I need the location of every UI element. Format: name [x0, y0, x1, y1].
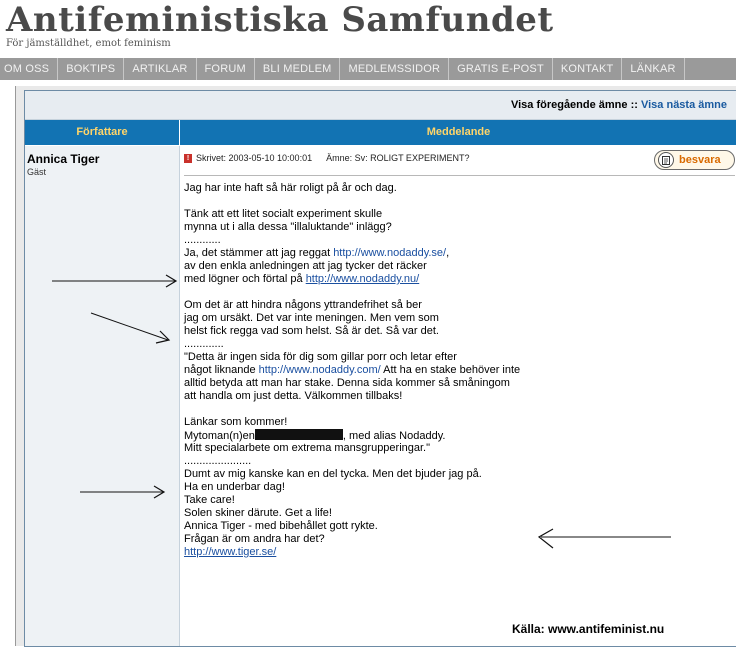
annotation-arrow-3-icon [80, 485, 166, 499]
author-name: Annica Tiger [27, 152, 100, 166]
body-text: Ja, det stämmer att jag reggat [184, 247, 334, 259]
body-line: mynna ut i alla dessa "illaluktande" inl… [184, 221, 392, 233]
body-line: Om det är att hindra någons yttrandefrih… [184, 299, 422, 311]
body-line: Jag har inte haft så här roligt på år oc… [184, 182, 397, 194]
nodaddy-com-link[interactable]: http://www.nodaddy.com/ [259, 364, 381, 376]
post-table-header: Författare Meddelande [25, 120, 736, 145]
forum-topic-panel: Visa föregående ämne :: Visa nästa ämne … [24, 90, 736, 647]
body-text: med lögner och förtal på [184, 273, 306, 285]
author-column-header: Författare [25, 120, 180, 145]
nav-item-om-oss[interactable]: OM OSS [0, 58, 59, 80]
nav-item-kontakt[interactable]: KONTAKT [553, 58, 623, 80]
author-rank: Gäst [27, 167, 47, 177]
body-text: , med alias Nodaddy. [342, 430, 446, 442]
body-line: Mitt specialarbete om extrema mansgruppe… [184, 442, 431, 454]
body-line: Ha en underbar dag! [184, 481, 285, 493]
body-line: att handla om just detta. Välkommen till… [184, 390, 403, 402]
nodaddy-se-link[interactable]: http://www.nodaddy.se/ [333, 247, 446, 259]
topic-nav-separator: :: [630, 99, 638, 111]
body-line: alltid betyda att man har stake. Denna s… [184, 377, 510, 389]
annotation-arrow-4-icon [537, 528, 671, 549]
nav-item-boktips[interactable]: BOKTIPS [58, 58, 125, 80]
tiger-se-link[interactable]: http://www.tiger.se/ [184, 546, 276, 558]
post-divider [184, 175, 735, 176]
body-line: Take care! [184, 494, 235, 506]
site-tagline: För jämställdhet, emot feminism [6, 38, 171, 49]
body-line: Ja, det stämmer att jag reggat http://ww… [184, 247, 734, 260]
body-line: av den enkla anledningen att jag tycker … [184, 260, 427, 272]
site-header: Antifeministiska Samfundet För jämställd… [0, 0, 736, 58]
quote-button-label: besvara [679, 154, 721, 166]
post-message-cell: ! Skrivet: 2003-05-10 10:00:01 Ämne: Sv:… [180, 146, 736, 646]
nav-item-medlemssidor[interactable]: MEDLEMSSIDOR [340, 58, 450, 80]
source-credit: Källa: www.antifeminist.nu [512, 622, 665, 636]
body-text: , [446, 247, 450, 259]
post-date: Skrivet: 2003-05-10 10:00:01 [196, 153, 313, 163]
post-icon[interactable]: ! [184, 153, 192, 163]
nav-item-gratis-e-post[interactable]: GRATIS E-POST [449, 58, 553, 80]
topic-navigation: Visa föregående ämne :: Visa nästa ämne [25, 91, 736, 120]
post-subject: Ämne: Sv: ROLIGT EXPERIMENT? [326, 153, 470, 163]
body-line: Mytoman(n)en , med alias Nodaddy. [184, 429, 734, 442]
body-line: ...................... [184, 455, 252, 467]
body-text: Mytoman(n)en [184, 430, 255, 442]
message-column-header: Meddelande [426, 126, 491, 138]
nav-item-bli-medlem[interactable]: BLI MEDLEM [255, 58, 341, 80]
body-line: med lögner och förtal på http://www.noda… [184, 273, 734, 286]
redaction-bar [254, 429, 343, 440]
body-line: Dumt av mig kanske kan en del tycka. Men… [184, 468, 482, 480]
body-line: Solen skiner därute. Get a life! [184, 507, 332, 519]
body-line: något liknande http://www.nodaddy.com/ A… [184, 364, 734, 377]
body-line: ............. [184, 338, 224, 350]
body-line: "Detta är ingen sida för dig som gillar … [184, 351, 457, 363]
post-author-cell: Annica Tiger Gäst [25, 146, 180, 646]
post-body: Jag har inte haft så här roligt på år oc… [184, 182, 734, 559]
body-line: Tänk att ett litet socialt experiment sk… [184, 208, 383, 220]
body-line: Länkar som kommer! [184, 416, 288, 428]
nav-item-artiklar[interactable]: ARTIKLAR [124, 58, 197, 80]
nodaddy-nu-link[interactable]: http://www.nodaddy.nu/ [306, 273, 420, 285]
next-topic-link[interactable]: Visa nästa ämne [641, 99, 736, 111]
site-logo-title[interactable]: Antifeministiska Samfundet [6, 0, 554, 40]
nav-item-forum[interactable]: FORUM [197, 58, 255, 80]
body-text: något liknande [184, 364, 259, 376]
body-line: helst fick regga vad som helst. Så är de… [184, 325, 439, 337]
post-meta: ! Skrivet: 2003-05-10 10:00:01 Ämne: Sv:… [184, 153, 469, 163]
annotation-arrow-2-icon [90, 312, 171, 344]
annotation-arrow-1-icon [52, 274, 178, 288]
prev-topic-link[interactable]: Visa föregående ämne [511, 99, 628, 111]
body-line: ............ [184, 234, 221, 246]
body-line: jag om ursäkt. Det var inte meningen. Me… [184, 312, 439, 324]
main-nav: OM OSS BOKTIPS ARTIKLAR FORUM BLI MEDLEM… [0, 58, 736, 80]
quote-document-icon [658, 152, 674, 168]
body-text: Att ha en stake behöver inte [380, 364, 521, 376]
quote-button[interactable]: besvara [654, 150, 735, 170]
nav-item-lankar[interactable]: LÄNKAR [622, 58, 685, 80]
